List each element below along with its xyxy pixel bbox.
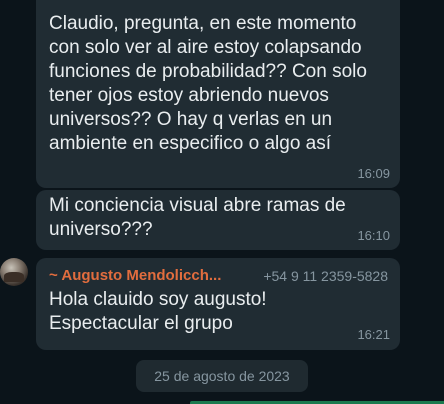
message-text: Hola clauido soy augusto! Espectacular e… [49,289,267,334]
message-timestamp: 16:10 [357,228,390,243]
chat-message-list: Claudio, pregunta, en este momento con s… [0,0,444,404]
message-bubble[interactable]: Mi conciencia visual abre ramas de unive… [36,190,400,250]
message-bubble[interactable]: ~ Augusto Mendolicch... +54 9 11 2359-58… [36,258,400,350]
sender-name[interactable]: ~ Augusto Mendolicch... [49,267,221,284]
sender-phone[interactable]: +54 9 11 2359-5828 [263,267,388,285]
date-divider: 25 de agosto de 2023 [136,360,308,392]
message-bubble[interactable]: Claudio, pregunta, en este momento con s… [36,0,400,188]
message-text: Mi conciencia visual abre ramas de unive… [49,195,346,240]
sender-header: ~ Augusto Mendolicch... +54 9 11 2359-58… [49,267,388,285]
message-timestamp: 16:09 [357,166,390,181]
sender-avatar[interactable] [0,258,28,286]
message-timestamp: 16:21 [357,327,390,342]
message-text: Claudio, pregunta, en este momento con s… [49,13,367,154]
